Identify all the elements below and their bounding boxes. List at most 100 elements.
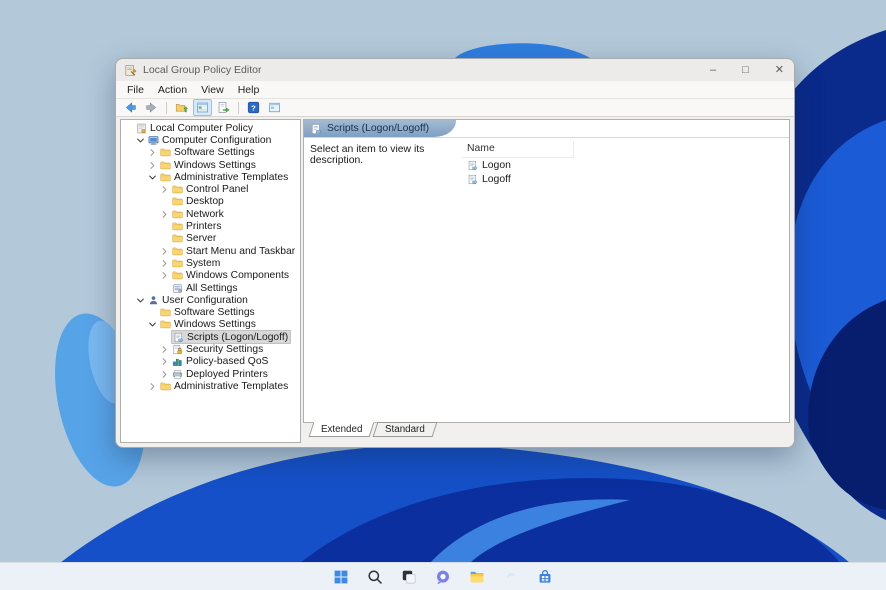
title-bar[interactable]: Local Group Policy Editor – □ ✕ bbox=[116, 59, 794, 81]
tree-item[interactable]: All Settings bbox=[121, 282, 300, 294]
chevron-right-icon[interactable] bbox=[160, 184, 171, 195]
folder-icon bbox=[172, 258, 183, 269]
back-button[interactable] bbox=[121, 99, 140, 116]
tree-item[interactable]: Windows Settings bbox=[121, 319, 300, 331]
tree-item[interactable]: Deployed Printers bbox=[121, 368, 300, 380]
console-tree-panel: Local Computer PolicyComputer Configurat… bbox=[120, 119, 301, 443]
chevron-right-icon[interactable] bbox=[148, 147, 159, 158]
gpedit-window: Local Group Policy Editor – □ ✕ FileAction… bbox=[115, 58, 795, 448]
tree-item[interactable]: Policy-based QoS bbox=[121, 356, 300, 368]
tree-item-label: Administrative Templates bbox=[174, 172, 288, 183]
file-explorer-icon bbox=[469, 569, 485, 585]
chev-right-icon bbox=[159, 356, 170, 367]
help-icon bbox=[247, 101, 260, 114]
tree-item[interactable]: Control Panel bbox=[121, 183, 300, 195]
tree-item[interactable]: Security Settings bbox=[121, 343, 300, 355]
chev-right-icon bbox=[159, 344, 170, 355]
menu-file[interactable]: File bbox=[120, 84, 151, 96]
tree-item[interactable]: Desktop bbox=[121, 196, 300, 208]
column-header-name[interactable]: Name bbox=[462, 141, 574, 158]
edge-icon bbox=[503, 569, 519, 585]
back-icon bbox=[124, 101, 137, 114]
extended-view-header-band: Scripts (Logon/Logoff) bbox=[304, 120, 456, 137]
toolbar-separator bbox=[238, 102, 239, 114]
chevron-right-icon[interactable] bbox=[148, 381, 159, 392]
tree-item[interactable]: User Configuration bbox=[121, 294, 300, 306]
tree-item[interactable]: Scripts (Logon/Logoff) bbox=[121, 331, 300, 343]
minimize-button[interactable]: – bbox=[710, 65, 716, 76]
tree-item[interactable]: Network bbox=[121, 208, 300, 220]
maximize-button[interactable]: □ bbox=[742, 65, 749, 76]
chev-right-icon bbox=[159, 369, 170, 380]
taskbar bbox=[0, 562, 886, 590]
chevron-right-icon[interactable] bbox=[160, 209, 171, 220]
chevron-right-icon[interactable] bbox=[160, 270, 171, 281]
tree-item[interactable]: Administrative Templates bbox=[121, 380, 300, 392]
chevron-right-icon[interactable] bbox=[148, 160, 159, 171]
chat-button[interactable] bbox=[431, 565, 456, 588]
chevron-down-icon[interactable] bbox=[136, 295, 147, 306]
security-icon bbox=[172, 344, 183, 355]
tree-item[interactable]: System bbox=[121, 257, 300, 269]
window-plain-button[interactable] bbox=[265, 99, 284, 116]
task-view-icon bbox=[401, 569, 417, 585]
chevron-right-icon[interactable] bbox=[160, 356, 171, 367]
chevron-right-icon[interactable] bbox=[160, 246, 171, 257]
extended-view-header: Scripts (Logon/Logoff) bbox=[304, 120, 789, 138]
help-button[interactable] bbox=[244, 99, 263, 116]
file-explorer-button[interactable] bbox=[465, 565, 490, 588]
tree-item-label: Network bbox=[186, 209, 224, 220]
tab-extended[interactable]: Extended bbox=[309, 422, 375, 437]
up-button[interactable] bbox=[172, 99, 191, 116]
folder-icon bbox=[160, 172, 171, 183]
chevron-down-icon[interactable] bbox=[148, 319, 159, 330]
task-view-button[interactable] bbox=[397, 565, 422, 588]
store-button[interactable] bbox=[533, 565, 558, 588]
tree-item[interactable]: Windows Settings bbox=[121, 159, 300, 171]
forward-icon bbox=[145, 101, 158, 114]
tree-item[interactable]: Server bbox=[121, 233, 300, 245]
menu-help[interactable]: Help bbox=[231, 84, 267, 96]
window-title: Local Group Policy Editor bbox=[143, 64, 261, 76]
chev-right-icon bbox=[159, 258, 170, 269]
close-button[interactable]: ✕ bbox=[775, 65, 784, 76]
forward-button[interactable] bbox=[142, 99, 161, 116]
chevron-spacer bbox=[160, 332, 171, 343]
chevron-right-icon[interactable] bbox=[160, 344, 171, 355]
tab-label: Standard bbox=[385, 424, 425, 435]
chev-right-icon bbox=[159, 246, 170, 257]
computer-icon bbox=[148, 135, 159, 146]
export-button[interactable] bbox=[214, 99, 233, 116]
list-item[interactable]: Logon bbox=[462, 158, 789, 172]
folder-icon bbox=[160, 147, 171, 158]
tree-item[interactable]: Administrative Templates bbox=[121, 171, 300, 183]
window-tree-button[interactable] bbox=[193, 99, 212, 116]
tree-item[interactable]: Computer Configuration bbox=[121, 134, 300, 146]
start-button[interactable] bbox=[329, 565, 354, 588]
menu-action[interactable]: Action bbox=[151, 84, 194, 96]
tree-item[interactable]: Windows Components bbox=[121, 270, 300, 282]
tab-standard[interactable]: Standard bbox=[373, 422, 438, 437]
tree-item[interactable]: Software Settings bbox=[121, 147, 300, 159]
folder-icon bbox=[160, 307, 171, 318]
tree-item[interactable]: Software Settings bbox=[121, 306, 300, 318]
tree-item-label: Local Computer Policy bbox=[150, 123, 253, 134]
edge-button[interactable] bbox=[499, 565, 524, 588]
chevron-right-icon[interactable] bbox=[160, 258, 171, 269]
user-icon bbox=[148, 295, 159, 306]
list-item[interactable]: Logoff bbox=[462, 172, 789, 186]
chevron-down-icon[interactable] bbox=[148, 172, 159, 183]
tab-label: Extended bbox=[321, 424, 362, 435]
chev-right-icon bbox=[159, 270, 170, 281]
chevron-down-icon[interactable] bbox=[136, 135, 147, 146]
printer-icon bbox=[172, 369, 183, 380]
menu-view[interactable]: View bbox=[194, 84, 231, 96]
tree-item-label: Computer Configuration bbox=[162, 135, 271, 146]
chev-right-icon bbox=[147, 160, 158, 171]
tree-item[interactable]: Printers bbox=[121, 220, 300, 232]
chevron-right-icon[interactable] bbox=[160, 369, 171, 380]
search-button[interactable] bbox=[363, 565, 388, 588]
tree-item[interactable]: Start Menu and Taskbar bbox=[121, 245, 300, 257]
tree-item[interactable]: Local Computer Policy bbox=[121, 122, 300, 134]
details-body: Select an item to view its description. … bbox=[304, 138, 789, 422]
